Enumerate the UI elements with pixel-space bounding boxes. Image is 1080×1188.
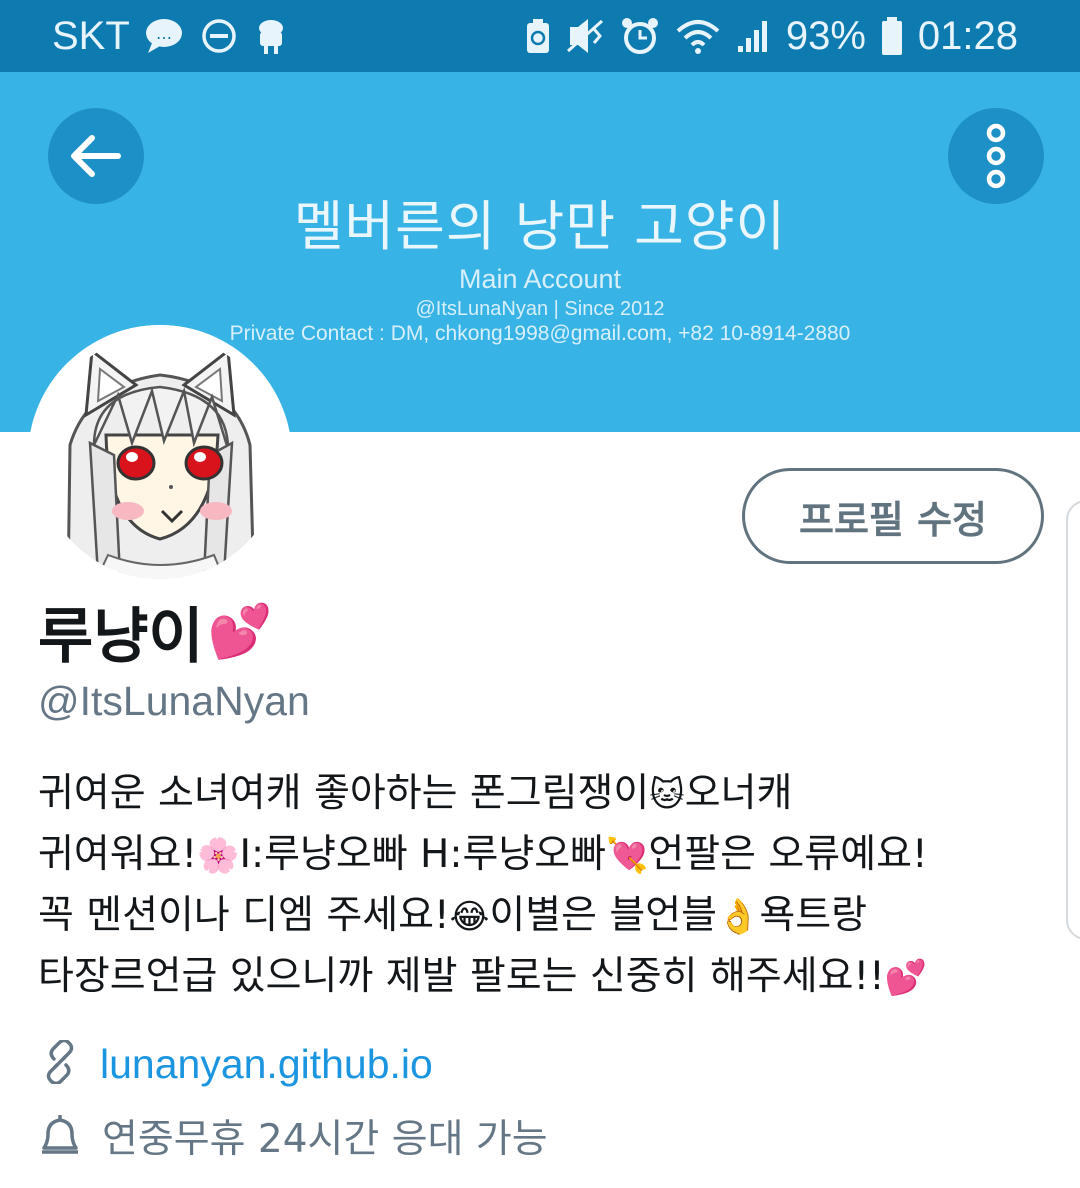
bio-line-2: 귀여워요!🌸I:루냥오빠 H:루냥오빠💘언팔은 오류예요! (38, 825, 1038, 886)
bio-line-4: 타장르언급 있으니까 제발 팔로는 신중히 해주세요!!💕 (38, 947, 1038, 1008)
bio-line-3: 꼭 멘션이나 디엠 주세요!😂이별은 블언블👌욕트랑 (38, 886, 1038, 947)
status-bar: SKT … 93% 01:28 (0, 0, 1080, 72)
two-hearts-emoji-icon: 💕 (884, 958, 928, 998)
edit-profile-button[interactable]: 프로필 수정 (742, 468, 1044, 564)
availability-row: 연중무휴 24시간 응대 가능 (38, 1108, 548, 1164)
more-vertical-icon (986, 123, 1006, 189)
user-handle: @ItsLunaNyan (38, 678, 310, 724)
bio-line-1: 귀여운 소녀여캐 좋아하는 폰그림쟁이🐱오너캐 (38, 764, 1038, 825)
banner-title: 멜버른의 낭만 고양이 (293, 195, 787, 258)
banner-line-main-account: Main Account (458, 264, 622, 294)
battery-icon (880, 16, 904, 56)
carrier-label: SKT (52, 13, 130, 58)
alarm-icon (620, 16, 660, 56)
heart-emoji-icon: 💕 (207, 602, 273, 662)
bio-text: 욕트랑 (759, 893, 868, 938)
laughing-emoji-icon: 😂 (449, 897, 490, 937)
banner-line-handle: @ItsLunaNyan | Since 2012 (415, 298, 665, 320)
bio-text: 타장르언급 있으니까 제발 팔로는 신중히 해주세요!! (38, 954, 885, 999)
blossom-emoji-icon: 🌸 (197, 836, 240, 876)
website-row: lunanyan.github.io (38, 1038, 433, 1088)
ok-hand-emoji-icon: 👌 (717, 897, 760, 937)
android-icon (252, 16, 290, 56)
bio: 귀여운 소녀여캐 좋아하는 폰그림쟁이🐱오너캐 귀여워요!🌸I:루냥오빠 H:루… (38, 764, 1038, 1008)
chat-bubble-icon: … (144, 17, 186, 55)
display-name-text: 루냥이 (38, 602, 204, 672)
display-name: 루냥이 💕 (38, 588, 272, 675)
cat-emoji-icon: 🐱 (649, 775, 685, 815)
bio-text: 이별은 블언블 (489, 893, 718, 938)
avatar[interactable] (28, 325, 292, 589)
svg-text:…: … (156, 24, 172, 43)
clock: 01:28 (917, 13, 1018, 58)
link-icon (38, 1038, 82, 1088)
signal-icon (736, 18, 772, 54)
bell-icon (38, 1112, 82, 1160)
avatar-illustration (28, 325, 292, 589)
bio-text: 언팔은 오류예요! (648, 832, 928, 877)
battery-percent: 93% (785, 13, 866, 58)
recycle-battery-icon (524, 17, 552, 55)
status-bar-left: SKT … (52, 14, 290, 59)
bio-text: 귀여운 소녀여캐 좋아하는 폰그림쟁이 (38, 771, 650, 816)
vibrate-icon (566, 17, 606, 55)
back-arrow-icon (71, 135, 121, 177)
status-bar-right: 93% 01:28 (524, 14, 1018, 59)
availability-text: 연중무휴 24시간 응대 가능 (102, 1117, 548, 1162)
heart-arrow-emoji-icon: 💘 (606, 836, 649, 876)
bio-text: 오너캐 (684, 771, 793, 816)
bio-text: I:루냥오빠 H:루냥오빠 (239, 832, 607, 877)
bio-text: 귀여워요! (38, 832, 198, 877)
side-panel-edge (1066, 500, 1080, 940)
wifi-icon (674, 17, 722, 55)
website-link[interactable]: lunanyan.github.io (100, 1041, 433, 1088)
bio-text: 꼭 멘션이나 디엠 주세요! (38, 893, 450, 938)
do-not-disturb-icon (200, 17, 238, 55)
